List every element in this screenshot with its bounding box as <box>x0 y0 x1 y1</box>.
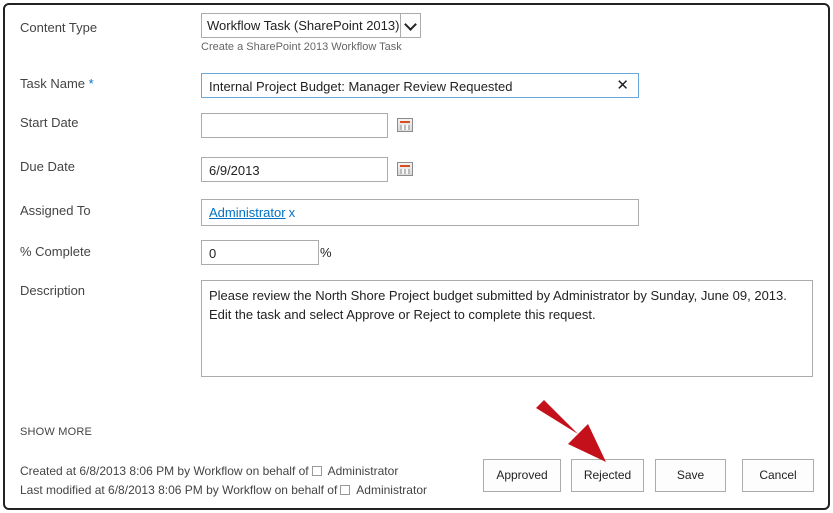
chevron-down-icon[interactable] <box>400 14 420 37</box>
cancel-button[interactable]: Cancel <box>742 459 814 492</box>
due-date-input[interactable]: 6/9/2013 <box>201 157 388 182</box>
presence-icon <box>311 466 322 476</box>
modified-info: Last modified at 6/8/2013 8:06 PM by Wor… <box>20 483 427 497</box>
show-more-link[interactable]: SHOW MORE <box>20 426 92 438</box>
percent-complete-input[interactable]: 0 <box>201 240 319 265</box>
calendar-icon[interactable] <box>397 162 413 176</box>
task-name-label: Task Name * <box>20 76 94 91</box>
save-button[interactable]: Save <box>655 459 726 492</box>
annotation-arrow-shape <box>536 400 606 462</box>
calendar-icon[interactable] <box>397 118 413 132</box>
start-date-input[interactable] <box>201 113 388 138</box>
content-type-value: Workflow Task (SharePoint 2013) <box>207 18 400 33</box>
annotation-arrow-icon <box>536 400 606 462</box>
task-name-input[interactable]: Internal Project Budget: Manager Review … <box>201 73 639 98</box>
description-label: Description <box>20 283 86 298</box>
start-date-label: Start Date <box>20 115 79 130</box>
content-type-select[interactable]: Workflow Task (SharePoint 2013) <box>201 13 421 38</box>
close-icon[interactable]: ✕ <box>616 76 629 94</box>
remove-person-icon[interactable]: x <box>289 205 296 220</box>
description-textarea[interactable]: Please review the North Shore Project bu… <box>201 280 813 377</box>
content-type-label: Content Type <box>20 20 98 35</box>
presence-icon <box>340 485 351 495</box>
assigned-person-link[interactable]: Administrator <box>209 205 286 220</box>
content-type-hint: Create a SharePoint 2013 Workflow Task <box>201 41 402 53</box>
assigned-to-people-picker[interactable]: Administrator x <box>201 199 639 226</box>
task-name-value: Internal Project Budget: Manager Review … <box>209 79 513 94</box>
percent-unit: % <box>320 245 332 260</box>
required-marker: * <box>88 76 94 91</box>
due-date-label: Due Date <box>20 159 75 174</box>
created-info: Created at 6/8/2013 8:06 PM by Workflow … <box>20 464 399 478</box>
assigned-to-label: Assigned To <box>20 203 91 218</box>
percent-complete-label: % Complete <box>20 244 91 259</box>
